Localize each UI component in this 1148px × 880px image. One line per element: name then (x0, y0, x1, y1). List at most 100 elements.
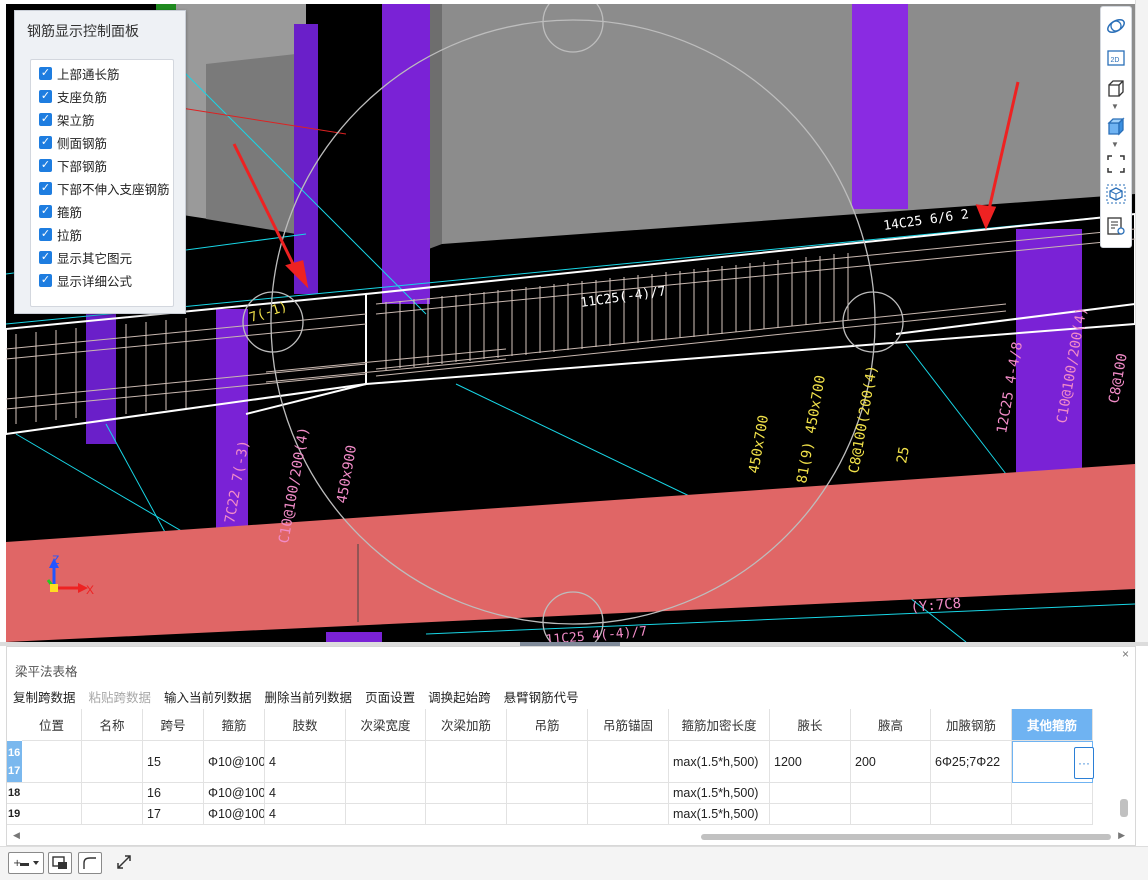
checkbox-top-continuous[interactable]: ✓ 上部通长筋 (39, 64, 120, 82)
cell-stirrup[interactable]: Φ10@100 (204, 741, 265, 783)
select-region-icon[interactable] (1105, 153, 1127, 175)
cell-hanger[interactable] (507, 741, 588, 783)
cell-legs[interactable]: 4 (265, 741, 346, 783)
3d-box-icon[interactable] (1105, 77, 1127, 99)
cell-legs[interactable]: 4 (265, 783, 346, 804)
col-header-stirrup[interactable]: 箍筋 (204, 709, 265, 741)
col-header-haunch-bar[interactable]: 加腋钢筋 (931, 709, 1012, 741)
col-header-densify-length[interactable]: 箍筋加密长度 (669, 709, 770, 741)
cell-haunch-length[interactable] (770, 783, 851, 804)
paste-span-data-button[interactable]: 粘贴跨数据 (89, 687, 152, 706)
cell-other-stirrup[interactable] (1012, 804, 1093, 825)
cell-hanger-anchor[interactable] (588, 741, 669, 783)
cell-legs[interactable]: 4 (265, 804, 346, 825)
close-icon[interactable]: × (1122, 647, 1129, 661)
check-icon[interactable]: ✓ (39, 135, 52, 149)
cell-haunch-bar[interactable] (931, 783, 1012, 804)
cell-name[interactable] (82, 804, 143, 825)
col-header-hanger-anchor[interactable]: 吊筋锚固 (588, 709, 669, 741)
copy-span-data-button[interactable]: 复制跨数据 (13, 687, 76, 706)
col-header-name[interactable]: 名称 (82, 709, 143, 741)
col-header-sub-beam-bar[interactable]: 次梁加筋 (426, 709, 507, 741)
fullscreen-icon[interactable] (115, 853, 135, 873)
cell-span[interactable]: 15 (143, 741, 204, 783)
cell-sub-beam-bar[interactable] (426, 804, 507, 825)
check-icon[interactable]: ✓ (39, 204, 52, 218)
checkbox-show-other-elements[interactable]: ✓ 显示其它图元 (39, 248, 132, 266)
page-setup-button[interactable]: 页面设置 (365, 687, 415, 706)
checkbox-bottom-not-into-support[interactable]: ✓ 下部不伸入支座钢筋 (39, 179, 170, 197)
cell-name[interactable] (82, 783, 143, 804)
cell-haunch-length[interactable]: 1200 (770, 741, 851, 783)
col-header-legs[interactable]: 肢数 (265, 709, 346, 741)
cell-haunch-bar[interactable] (931, 804, 1012, 825)
more-options-button[interactable]: ··· (1074, 747, 1094, 779)
delete-column-data-button[interactable]: 删除当前列数据 (265, 687, 353, 706)
col-header-haunch-length[interactable]: 腋长 (770, 709, 851, 741)
row-number[interactable]: 19 (7, 804, 22, 825)
cell-densify-length[interactable]: max(1.5*h,500) (669, 804, 770, 825)
col-header-span[interactable]: 跨号 (143, 709, 204, 741)
cell-hanger-anchor[interactable] (588, 804, 669, 825)
cell-haunch-length[interactable] (770, 804, 851, 825)
check-icon[interactable]: ✓ (39, 89, 52, 103)
col-header-position[interactable]: 位置 (22, 709, 82, 741)
cell-sub-beam-width[interactable] (346, 804, 426, 825)
cell-hanger-anchor[interactable] (588, 783, 669, 804)
cell-sub-beam-bar[interactable] (426, 741, 507, 783)
col-header-hanger[interactable]: 吊筋 (507, 709, 588, 741)
cell-position[interactable] (22, 783, 82, 804)
col-header-haunch-height[interactable]: 腋高 (851, 709, 931, 741)
col-header-sub-beam-width[interactable]: 次梁宽度 (346, 709, 426, 741)
cell-stirrup[interactable]: Φ10@100 (204, 783, 265, 804)
chevron-down-icon[interactable]: ▼ (1111, 102, 1119, 111)
cantilever-rebar-code-button[interactable]: 悬臂钢筋代号 (504, 687, 579, 706)
add-layer-icon[interactable]: + (8, 852, 44, 874)
display-settings-icon[interactable] (1105, 215, 1127, 237)
cell-densify-length[interactable]: max(1.5*h,500) (669, 783, 770, 804)
scroll-left-icon[interactable]: ◀ (13, 830, 20, 841)
checkbox-show-detailed-formula[interactable]: ✓ 显示详细公式 (39, 271, 132, 289)
vertical-scrollbar[interactable] (1120, 799, 1128, 817)
chevron-down-icon[interactable]: ▼ (1111, 140, 1119, 149)
cell-position[interactable] (22, 741, 82, 783)
check-icon[interactable]: ✓ (39, 112, 52, 126)
cell-haunch-height[interactable]: 200 (851, 741, 931, 783)
scroll-right-icon[interactable]: ▶ (1118, 830, 1125, 841)
input-column-data-button[interactable]: 输入当前列数据 (164, 687, 252, 706)
check-icon[interactable]: ✓ (39, 158, 52, 172)
checkbox-side-bar[interactable]: ✓ 侧面钢筋 (39, 133, 107, 151)
3d-viewport[interactable]: 11C25(-4)/7 14C25 6/6 2 7(-1) 450x700 81… (6, 4, 1135, 642)
swap-start-span-button[interactable]: 调换起始跨 (428, 687, 491, 706)
checkbox-bottom-bar[interactable]: ✓ 下部钢筋 (39, 156, 107, 174)
orbit-icon[interactable] (1105, 15, 1127, 37)
horizontal-scrollbar[interactable]: ◀ ▶ (13, 830, 1125, 841)
row-number[interactable]: 16 17 (7, 741, 22, 783)
view-cube-icon[interactable] (1105, 183, 1127, 205)
checkbox-support-negative[interactable]: ✓ 支座负筋 (39, 87, 107, 105)
cell-sub-beam-bar[interactable] (426, 783, 507, 804)
checkbox-erection-bar[interactable]: ✓ 架立筋 (39, 110, 95, 128)
row-number[interactable]: 18 (7, 783, 22, 804)
check-icon[interactable]: ✓ (39, 227, 52, 241)
cell-hanger[interactable] (507, 783, 588, 804)
solid-box-icon[interactable] (1105, 115, 1127, 137)
cell-haunch-height[interactable] (851, 783, 931, 804)
cell-sub-beam-width[interactable] (346, 741, 426, 783)
curve-tool-icon[interactable] (78, 852, 102, 874)
checkbox-stirrup[interactable]: ✓ 箍筋 (39, 202, 82, 220)
scrollbar-thumb[interactable] (701, 834, 1111, 840)
cell-hanger[interactable] (507, 804, 588, 825)
cell-span[interactable]: 16 (143, 783, 204, 804)
check-icon[interactable]: ✓ (39, 181, 52, 195)
cell-span[interactable]: 17 (143, 804, 204, 825)
check-icon[interactable]: ✓ (39, 66, 52, 80)
cell-densify-length[interactable]: max(1.5*h,500) (669, 741, 770, 783)
cell-haunch-height[interactable] (851, 804, 931, 825)
checkbox-tie-bar[interactable]: ✓ 拉筋 (39, 225, 82, 243)
screen-capture-icon[interactable] (48, 852, 72, 874)
col-header-other-stirrup[interactable]: 其他箍筋 (1012, 709, 1093, 741)
cell-stirrup[interactable]: Φ10@100 (204, 804, 265, 825)
cell-haunch-bar[interactable]: 6Φ25;7Φ22 (931, 741, 1012, 783)
cell-position[interactable] (22, 804, 82, 825)
